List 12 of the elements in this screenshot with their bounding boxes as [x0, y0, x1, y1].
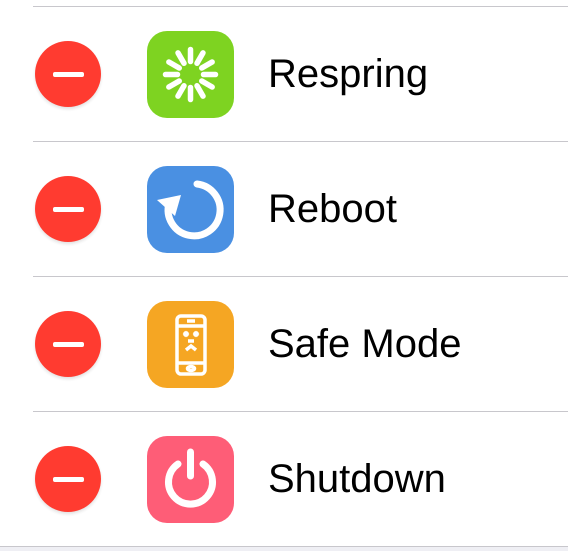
delete-button[interactable] [35, 311, 101, 377]
minus-icon [52, 476, 84, 482]
row-label: Respring [268, 52, 428, 96]
row-label: Reboot [268, 186, 397, 232]
delete-button[interactable] [35, 446, 101, 512]
row-label: Safe Mode [268, 322, 462, 366]
delete-button[interactable] [35, 41, 101, 107]
minus-icon [52, 72, 84, 76]
minus-icon [52, 206, 84, 212]
minus-icon [52, 342, 84, 346]
delete-button[interactable] [35, 176, 101, 242]
row-label: Shutdown [268, 456, 446, 502]
